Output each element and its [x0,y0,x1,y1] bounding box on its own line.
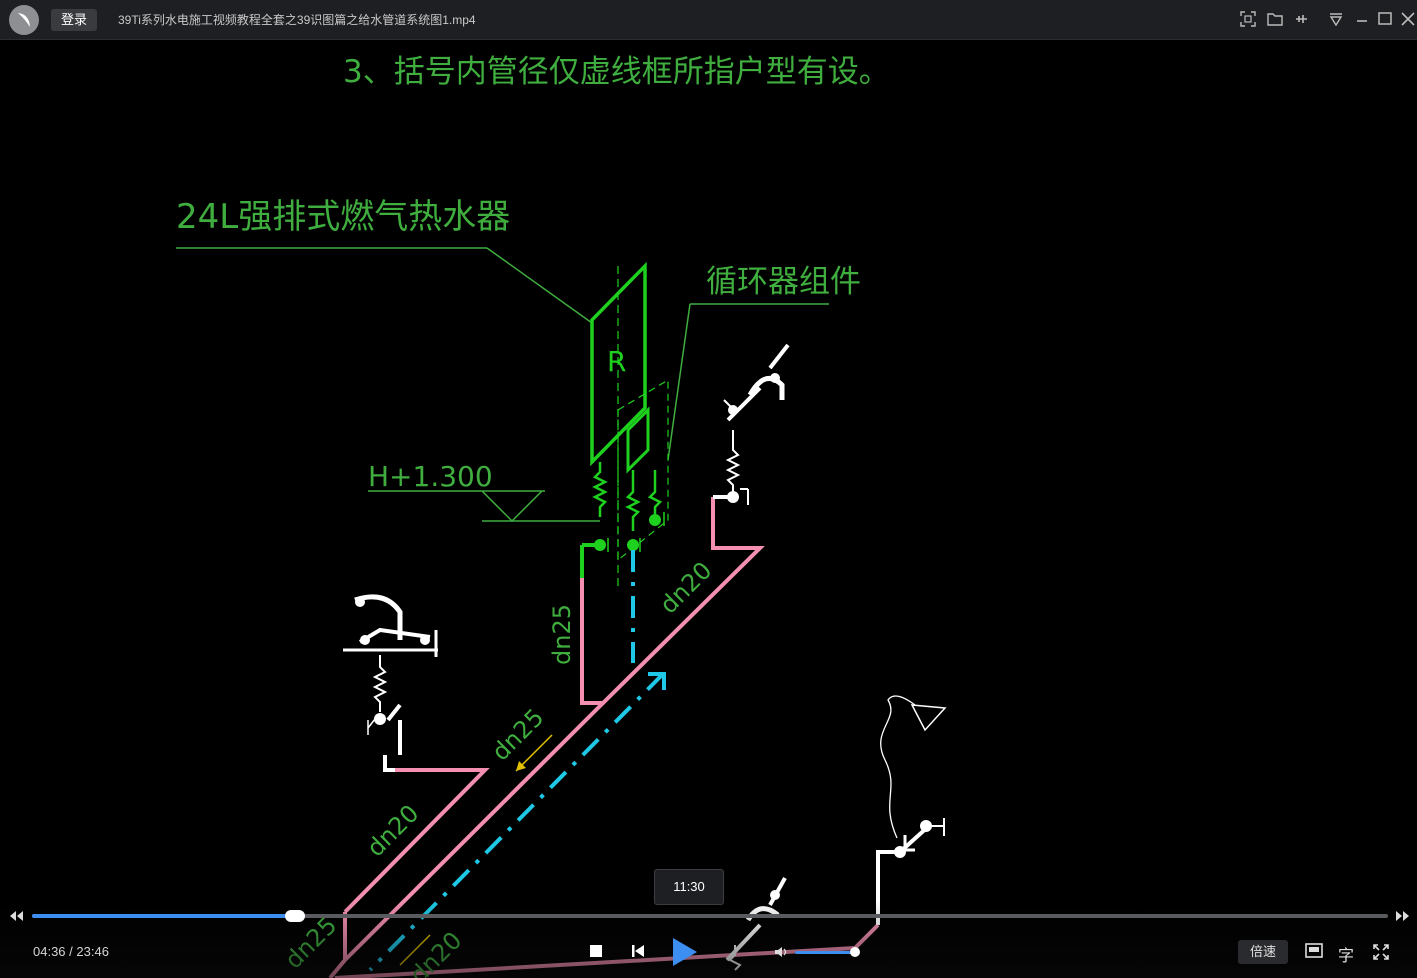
current-time: 04:36 [33,944,66,959]
subtitle-button[interactable]: 字 [1338,942,1354,966]
folder-icon[interactable] [1266,10,1284,28]
minimize-icon[interactable] [1353,10,1371,28]
time-display: 04:36 / 23:46 [33,944,109,959]
heater-letter: R [607,345,626,378]
picture-in-picture-icon[interactable] [1305,943,1323,959]
stop-icon[interactable] [589,944,604,959]
heater-label: 24L强排式燃气热水器 [176,197,510,237]
close-icon[interactable] [1399,10,1417,28]
maximize-icon[interactable] [1376,10,1394,28]
cad-note-text: 3、括号内管径仅虚线框所指户型有设。 [343,54,890,90]
time-separator: / [65,944,77,959]
circulator-label: 循环器组件 [706,264,861,300]
pipe-label-dn25-middle: dn25 [486,703,549,766]
pipe-label-dn25-vertical: dn25 [548,604,576,665]
dropdown-menu-icon[interactable] [1327,10,1345,28]
screenshot-icon[interactable] [1239,10,1257,28]
app-logo-icon[interactable] [9,5,39,35]
playback-speed-button[interactable]: 倍速 [1238,940,1288,964]
title-bar: 登录 39Ti系列水电施工视频教程全套之39识图篇之给水管道系统图1.mp4 [0,0,1417,40]
rewind-icon[interactable] [8,909,24,923]
volume-slider-handle[interactable] [850,947,860,957]
seek-bar-handle[interactable] [285,910,305,922]
previous-icon[interactable] [630,943,646,959]
pipe-label-dn20-upper: dn20 [654,556,717,619]
volume-slider[interactable] [795,951,855,954]
pin-icon[interactable] [1292,10,1310,28]
seek-bar-progress [32,914,295,918]
fullscreen-icon[interactable] [1372,943,1390,961]
total-time: 23:46 [76,944,109,959]
elevation-label: H+1.300 [368,460,493,493]
player-controls-bar [0,900,1417,978]
login-button[interactable]: 登录 [51,9,97,31]
video-file-title: 39Ti系列水电施工视频教程全套之39识图篇之给水管道系统图1.mp4 [118,13,476,27]
play-icon[interactable] [669,936,699,968]
volume-icon[interactable] [774,945,790,959]
fast-forward-icon[interactable] [1395,909,1411,923]
pipe-label-dn20-lower: dn20 [361,799,424,862]
video-frame-cad-drawing[interactable]: 3、括号内管径仅虚线框所指户型有设。 24L强排式燃气热水器 循环器组件 H+1… [0,40,1417,978]
